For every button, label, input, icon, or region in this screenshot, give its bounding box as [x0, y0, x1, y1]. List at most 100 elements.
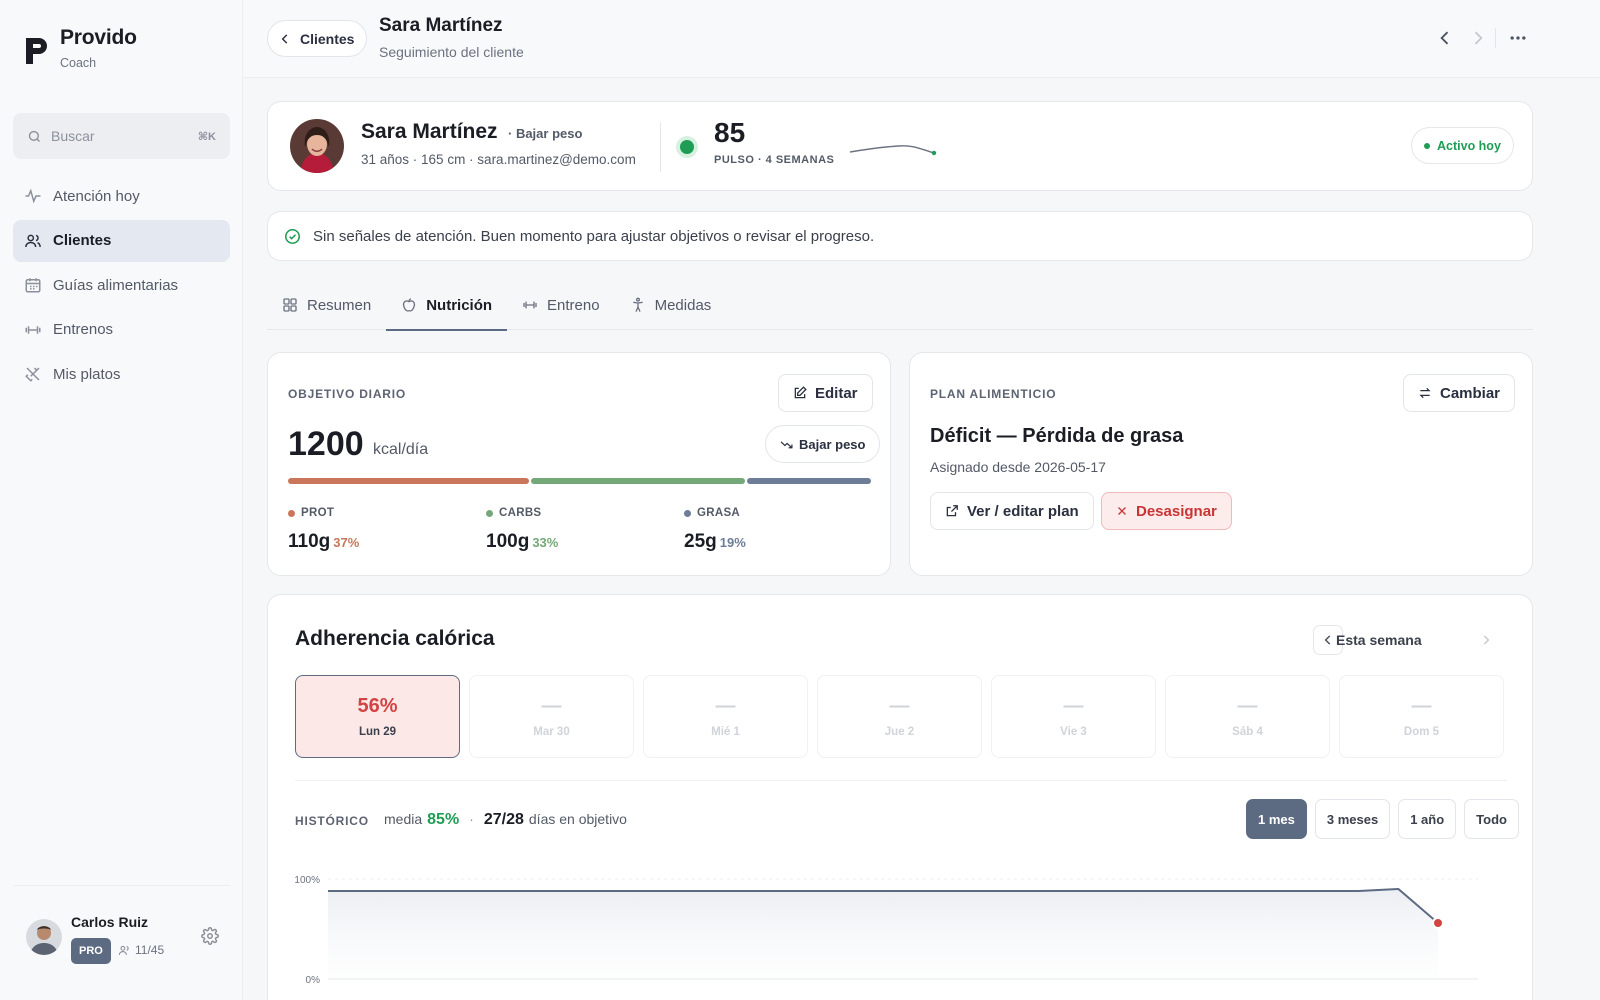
- sidebar-item-mis-platos[interactable]: Mis platos: [13, 353, 230, 395]
- search-placeholder: Buscar: [51, 128, 95, 144]
- daily-objective-card: OBJETIVO DIARIO Editar 1200 kcal/día Baj…: [267, 352, 891, 576]
- goal-pill[interactable]: Bajar peso: [765, 425, 881, 463]
- header-divider: [1495, 28, 1496, 48]
- pulse-icon: [24, 187, 42, 205]
- day-label: Mié 1: [711, 726, 740, 738]
- more-options-icon[interactable]: [1508, 28, 1528, 48]
- range-selector: 1 mes 3 meses 1 año Todo: [1246, 799, 1519, 839]
- day-label: Dom 5: [1403, 726, 1440, 738]
- back-button[interactable]: Clientes: [267, 20, 368, 57]
- day-value: 56%: [357, 695, 398, 717]
- client-goal: · Bajar peso: [508, 126, 583, 141]
- apple-icon: [401, 297, 417, 313]
- plan-title: Déficit — Pérdida de grasa: [930, 425, 1184, 447]
- search-input[interactable]: Buscar ⌘K: [13, 113, 230, 159]
- day-label: Sáb 4: [1232, 726, 1263, 738]
- sidebar-item-label: Clientes: [53, 232, 112, 249]
- tab-label: Nutrición: [426, 296, 493, 314]
- next-client-button[interactable]: [1468, 28, 1488, 48]
- utensils-icon: [24, 365, 42, 383]
- grid-icon: [282, 297, 298, 313]
- page-subtitle: Seguimiento del cliente: [379, 44, 524, 60]
- next-week-button[interactable]: [1471, 625, 1501, 655]
- brand[interactable]: Provido Coach: [24, 26, 137, 70]
- sidebar-item-atencion-hoy[interactable]: Atención hoy: [13, 175, 230, 217]
- stats-separator: ·: [469, 811, 474, 827]
- page-title: Sara Martínez: [379, 15, 503, 36]
- client-summary-card: Sara Martínez · Bajar peso 31 años · 165…: [267, 101, 1533, 191]
- user-avatar[interactable]: [26, 919, 62, 955]
- unassign-plan-label: Desasignar: [1136, 502, 1217, 520]
- check-circle-icon: [284, 228, 301, 245]
- sidebar-item-entrenos[interactable]: Entrenos: [13, 309, 230, 351]
- history-stats: media 85% · 27/28 días en objetivo: [384, 811, 627, 829]
- users-icon: [24, 232, 42, 250]
- back-label: Clientes: [300, 30, 355, 47]
- tab-medidas[interactable]: Medidas: [615, 280, 727, 330]
- day-card[interactable]: 56% Lun 29: [295, 675, 460, 758]
- client-avatar: [290, 119, 344, 173]
- chart-point-latest[interactable]: [1432, 917, 1444, 929]
- unassign-plan-button[interactable]: Desasignar: [1101, 492, 1232, 530]
- page-header: Clientes Sara Martínez Seguimiento del c…: [243, 0, 1600, 78]
- edit-button[interactable]: Editar: [778, 374, 873, 412]
- sidebar-item-label: Guías alimentarias: [53, 276, 179, 294]
- range-1-year[interactable]: 1 año: [1398, 799, 1457, 839]
- goal-pill-label: Bajar peso: [799, 436, 866, 452]
- tab-resumen[interactable]: Resumen: [267, 280, 386, 330]
- day-card[interactable]: — Jue 2: [817, 675, 982, 758]
- average-prefix: media: [384, 811, 423, 827]
- y-tick-label: 0%: [306, 975, 321, 986]
- change-plan-button[interactable]: Cambiar: [1403, 374, 1516, 412]
- sidebar-nav: Atención hoy Clientes Guías alimentarias…: [13, 175, 230, 398]
- pulse-status-dot: [680, 140, 694, 154]
- day-card[interactable]: — Mar 30: [469, 675, 634, 758]
- day-value: —: [889, 695, 910, 717]
- meal-plan-card: PLAN ALIMENTICIO Cambiar Déficit — Pérdi…: [909, 352, 1533, 576]
- tab-nutricion[interactable]: Nutrición: [386, 280, 507, 331]
- client-name: Sara Martínez: [361, 120, 498, 143]
- plan-badge: PRO: [71, 938, 111, 964]
- gear-icon[interactable]: [201, 927, 219, 945]
- day-value: —: [541, 695, 562, 717]
- history-label: HISTÓRICO: [295, 814, 369, 828]
- day-card[interactable]: — Sáb 4: [1165, 675, 1330, 758]
- section-label: OBJETIVO DIARIO: [288, 387, 407, 401]
- tab-label: Resumen: [307, 296, 372, 314]
- previous-client-button[interactable]: [1435, 28, 1455, 48]
- week-days: 56% Lun 29 — Mar 30 — Mié 1 — Jue 2 — Vie 3 —…: [295, 675, 1504, 758]
- view-edit-plan-button[interactable]: Ver / editar plan: [930, 492, 1094, 530]
- day-card[interactable]: — Mié 1: [643, 675, 808, 758]
- day-card[interactable]: — Dom 5: [1339, 675, 1504, 758]
- range-all[interactable]: Todo: [1464, 799, 1519, 839]
- status-badge: Activo hoy: [1411, 127, 1514, 164]
- swap-icon: [1418, 386, 1432, 400]
- view-edit-plan-label: Ver / editar plan: [967, 502, 1079, 520]
- macro-grams: 110g: [288, 531, 331, 552]
- search-shortcut: ⌘K: [197, 130, 216, 143]
- sidebar-item-label: Mis platos: [53, 365, 121, 383]
- sidebar: Provido Coach Buscar ⌘K Atención hoy Cli…: [0, 0, 243, 1000]
- body-icon: [630, 297, 646, 313]
- sidebar-item-label: Entrenos: [53, 321, 114, 338]
- dumbbell-icon: [24, 321, 42, 339]
- tab-entreno[interactable]: Entreno: [507, 280, 615, 330]
- day-label: Jue 2: [884, 726, 915, 738]
- external-link-icon: [945, 504, 959, 518]
- range-1-month[interactable]: 1 mes: [1246, 799, 1307, 839]
- range-3-months[interactable]: 3 meses: [1314, 799, 1391, 839]
- macro-bar-segment: [747, 478, 871, 484]
- chevron-left-icon: [278, 32, 292, 46]
- macro-percent: 19%: [719, 535, 746, 550]
- section-label: PLAN ALIMENTICIO: [930, 387, 1057, 401]
- client-meta: 31 años · 165 cm · sara.martinez@demo.co…: [361, 152, 636, 167]
- day-card[interactable]: — Vie 3: [991, 675, 1156, 758]
- sidebar-item-guias[interactable]: Guías alimentarias: [13, 264, 230, 306]
- macro-grasa: GRASA 25g 19%: [684, 507, 746, 553]
- sidebar-item-clientes[interactable]: Clientes: [13, 219, 230, 262]
- edit-label: Editar: [815, 384, 858, 402]
- days-on-target: 27/28: [483, 811, 524, 828]
- alert-text: Sin señales de atención. Buen momento pa…: [313, 227, 875, 245]
- brand-name: Provido: [60, 26, 137, 49]
- tab-label: Entreno: [547, 296, 600, 314]
